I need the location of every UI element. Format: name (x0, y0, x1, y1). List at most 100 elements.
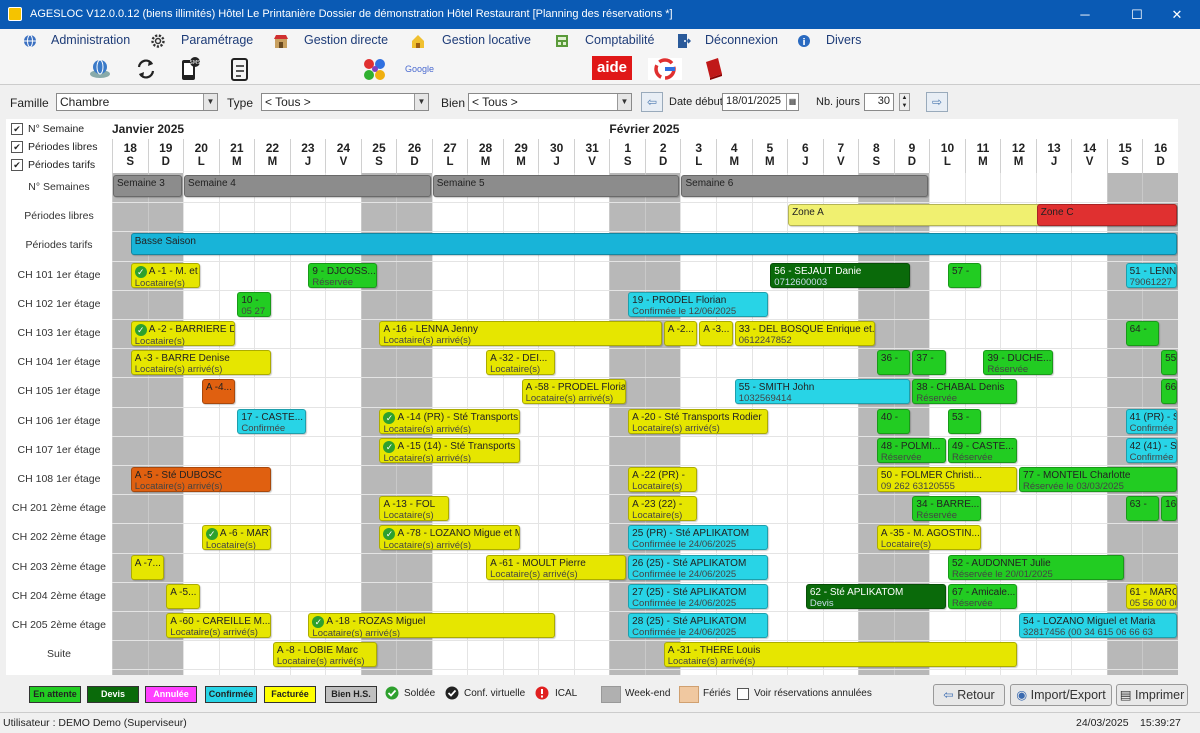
close-button[interactable]: ✕ (1154, 0, 1200, 29)
reservation-bar[interactable]: 54 - LOZANO Miguel et Maria 32817456 (00 … (1019, 613, 1177, 638)
reservation-bar[interactable]: 56 - SEJAUT Danie 0712600003 (770, 262, 911, 288)
reservation-bar[interactable]: ✓ A -6 - MART Locataire(s) (201, 525, 271, 551)
reservation-bar[interactable]: 77 - MONTEIL Charlotte Réservée le 03/03/… (1019, 467, 1177, 492)
reservation-bar[interactable]: 9 - DJCOSS... Réservée (308, 262, 378, 288)
period-bar[interactable]: Basse Saison (130, 233, 1177, 256)
aide-button[interactable]: aide (592, 56, 632, 80)
day-header[interactable]: 8S (858, 139, 894, 173)
reservation-bar[interactable]: 57 - (947, 262, 982, 288)
reservation-bar[interactable]: 53 - (947, 408, 982, 434)
nb-jours-input[interactable]: 30 (864, 93, 894, 111)
reservation-bar[interactable]: A -4... (201, 379, 236, 405)
reservation-bar[interactable]: A -31 - THERE Louis Locataire(s) arrivé(s… (663, 642, 1017, 668)
day-header[interactable]: 23 J (289, 139, 326, 173)
day-header[interactable]: 11 M (964, 139, 1001, 173)
reservation-bar[interactable]: A -16 - LENNA Jenny Locataire(s) arrivé(s… (379, 321, 662, 346)
reservation-bar[interactable]: 41 (PR) - StéConfirmée (1125, 408, 1177, 434)
reservation-bar[interactable]: 26 (25) - Sté APLIKATOM Confirmée le 24/0… (628, 554, 769, 580)
day-header[interactable]: 14 V (1071, 139, 1107, 173)
reservation-bar[interactable]: 33 - DEL BOSQUE Enrique et... 0612247852 (734, 321, 875, 346)
voir-annulees-checkbox[interactable] (737, 688, 749, 700)
menu-gestion-locative[interactable]: Gestion locative (442, 33, 531, 49)
type-select[interactable]: < Tous > ▼ (261, 93, 429, 111)
sms-icon[interactable]: SMS (178, 56, 202, 82)
menu-administration[interactable]: Administration (51, 33, 130, 49)
day-header[interactable]: 7V (822, 139, 859, 173)
reservation-bar[interactable]: 66 (1161, 379, 1177, 405)
day-header[interactable]: 16 D (1142, 139, 1178, 173)
reservation-bar[interactable]: A -5 - Sté DUBOSC Locataire(s) arrivé(s) (130, 467, 271, 492)
day-header[interactable]: 1S (609, 139, 645, 173)
reservation-bar[interactable]: 36 - (876, 350, 911, 376)
reservation-bar[interactable]: 62 - Sté APLIKATOM Devis (805, 583, 946, 609)
reservation-bar[interactable]: A -22 (PR) - Locataire(s) (628, 467, 698, 492)
menu-gestion-directe[interactable]: Gestion directe (304, 33, 388, 49)
reservation-bar[interactable]: 48 - POLMI... Réservée (876, 437, 946, 463)
week-bar[interactable]: Semaine 4 (184, 175, 431, 197)
menu-comptabilite[interactable]: Comptabilité (585, 33, 654, 49)
day-header[interactable]: 31 V (573, 139, 610, 173)
day-header[interactable]: 20 L (183, 139, 219, 173)
day-header[interactable]: 28 M (467, 139, 503, 173)
nb-jours-spinner[interactable]: ▲ ▼ (899, 93, 910, 111)
day-header[interactable]: 30 J (538, 139, 574, 173)
checkbox-periodes-libres[interactable]: ✔ (11, 141, 23, 153)
reservation-bar[interactable]: A -32 - DEI... Locataire(s) (486, 350, 556, 376)
reservation-bar[interactable]: 19 - PRODEL Florian Confirmée le 12/06/20… (628, 291, 769, 317)
reservation-bar[interactable]: A -2... (663, 321, 698, 346)
reservation-bar[interactable]: 16 (1161, 496, 1177, 522)
reservation-bar[interactable]: 42 (41) - StéConfirmée (1125, 437, 1177, 463)
reservation-bar[interactable]: A -60 - CAREILLE M... Locataire(s) arrivé… (166, 613, 271, 638)
day-header[interactable]: 24 V (325, 139, 361, 173)
reservation-bar[interactable]: 27 (25) - Sté APLIKATOM Confirmée le 24/0… (628, 583, 769, 609)
reservation-bar[interactable]: A -35 - M. AGOSTIN... Locataire(s) (876, 525, 982, 551)
reservation-bar[interactable]: ✓ A -18 - ROZAS Miguel Locataire(s) arrivé… (308, 613, 556, 638)
checklist-icon[interactable] (228, 56, 252, 82)
imprimer-button[interactable]: ▤ Imprimer (1116, 684, 1188, 706)
reservation-bar[interactable]: ✓ A -15 (14) - Sté Transports Locataire(s)… (379, 437, 520, 463)
menu-deconnexion[interactable]: Déconnexion (705, 33, 778, 49)
reservation-bar[interactable]: ✓ A -14 (PR) - Sté Transports Locataire(s)… (379, 408, 520, 434)
reservation-bar[interactable]: ✓ A -78 - LOZANO Migue et M Locataire(s) a… (379, 525, 520, 551)
day-header[interactable]: 5M (751, 139, 788, 173)
reservation-bar[interactable]: 64 - (1125, 321, 1160, 346)
day-header[interactable]: 9D (893, 139, 930, 173)
day-header[interactable]: 2D (644, 139, 681, 173)
puzzle-icon[interactable] (362, 56, 388, 82)
reservation-bar[interactable]: 52 - AUDONNET Julie Réservée le 20/01/202… (947, 554, 1124, 580)
reservation-bar[interactable]: 28 (25) - Sté APLIKATOM Confirmée le 24/0… (628, 613, 769, 638)
reservation-bar[interactable]: A -7... (130, 554, 165, 580)
checkbox-semaine[interactable]: ✔ (11, 123, 23, 135)
reservation-bar[interactable]: 17 - CASTE... Confirmée (237, 408, 307, 434)
day-header[interactable]: 10 L (929, 139, 965, 173)
network-icon[interactable] (88, 56, 112, 82)
reservation-bar[interactable]: 34 - BARRE... Réservée (912, 496, 982, 522)
reservation-bar[interactable]: 10 -05 27 (237, 291, 271, 317)
reservation-bar[interactable]: 63 - (1125, 496, 1160, 522)
import-export-button[interactable]: ◉ Import/Export (1010, 684, 1112, 706)
reservation-bar[interactable]: 51 - LENNA79061227 (1125, 262, 1177, 288)
checkbox-periodes-tarifs[interactable]: ✔ (11, 159, 23, 171)
refresh-icon[interactable] (134, 56, 158, 82)
book-icon[interactable] (702, 56, 726, 82)
reservation-bar[interactable]: A -23 (22) - Locataire(s) (628, 496, 698, 522)
day-header[interactable]: 18 S (112, 139, 148, 173)
day-header[interactable]: 4M (716, 139, 752, 173)
menu-parametrage[interactable]: Paramétrage (181, 33, 253, 49)
day-header[interactable]: 27 L (431, 139, 468, 173)
google-link[interactable]: Google (405, 56, 441, 82)
reservation-bar[interactable]: A -5... (166, 583, 200, 609)
reservation-bar[interactable]: A -8 - LOBIE Marc Locataire(s) arrivé(s) (272, 642, 378, 668)
reservation-bar[interactable]: 39 - DUCHE... Réservée (983, 350, 1053, 376)
day-header[interactable]: 15 S (1106, 139, 1143, 173)
reservation-bar[interactable]: ✓ A -2 - BARRIERE De Locataire(s) (130, 321, 236, 346)
day-header[interactable]: 19 D (147, 139, 184, 173)
reservation-bar[interactable]: 55 - SMITH John 1032569414 (734, 379, 911, 405)
reservation-bar[interactable]: A -20 - Sté Transports Rodier Locataire(s… (628, 408, 769, 434)
reservation-bar[interactable]: 50 - FOLMER Christi... 09 262 63120555 (876, 467, 1017, 492)
minimize-button[interactable]: ─ (1062, 0, 1108, 29)
reservation-bar[interactable]: 67 - Amicale... Réservée (947, 583, 1017, 609)
reservation-bar[interactable]: A -3 - BARRE Denise Locataire(s) arrivé(s… (130, 350, 271, 376)
reservation-bar[interactable]: ✓ A -1 - M. et Locataire(s) (130, 262, 200, 288)
reservation-bar[interactable]: 49 - CASTE... Réservée (947, 437, 1017, 463)
